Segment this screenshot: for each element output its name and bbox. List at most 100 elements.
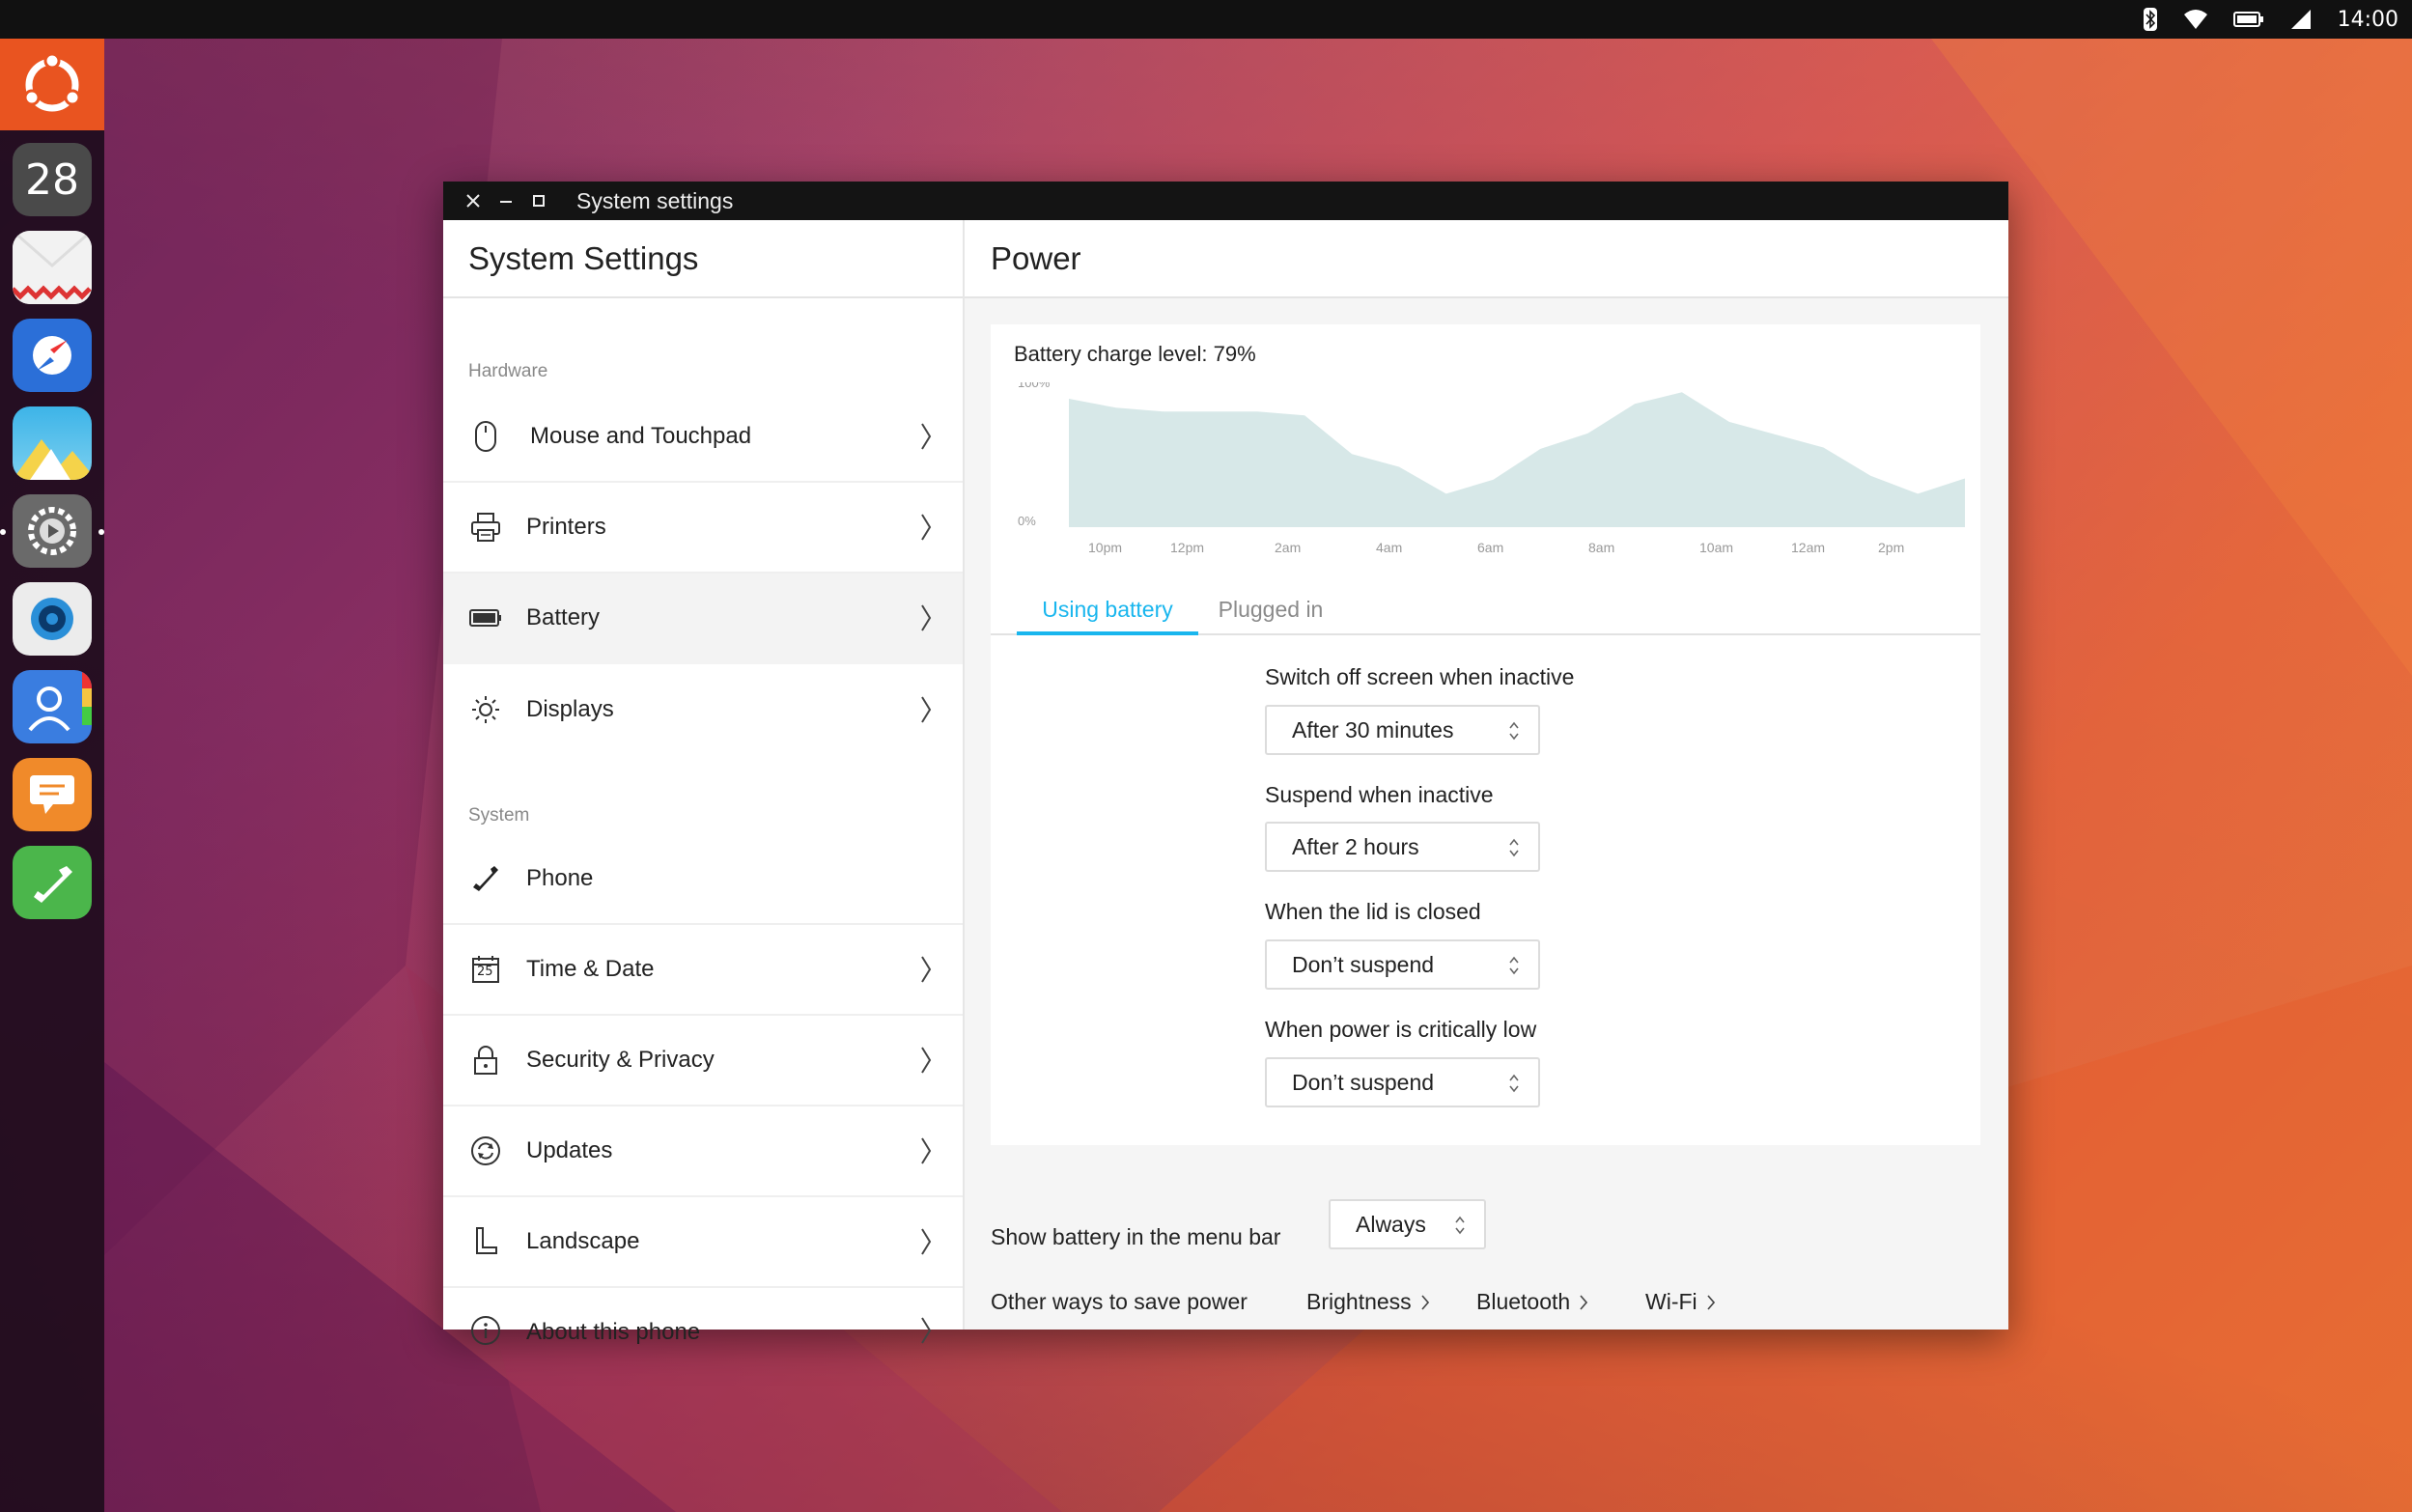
nav-item-label: About this phone <box>526 1319 701 1345</box>
window-title: System settings <box>576 187 734 213</box>
calendar-icon[interactable]: 28 <box>13 143 92 216</box>
running-indicator <box>0 529 6 535</box>
x-tick-label: 2am <box>1275 540 1301 555</box>
minimize-icon[interactable] <box>490 182 522 220</box>
section-label-system: System <box>468 805 530 826</box>
select-value: Don’t suspend <box>1292 951 1435 977</box>
brightness-link[interactable]: Brightness <box>1306 1289 1429 1315</box>
nav-item-label: Phone <box>526 865 594 891</box>
nav-item-battery[interactable]: Battery <box>443 574 963 664</box>
link-label: Wi-Fi <box>1645 1289 1697 1314</box>
select-value: After 30 minutes <box>1292 716 1454 742</box>
battery-icon[interactable] <box>2232 0 2264 39</box>
chevron-right-icon <box>918 1224 934 1259</box>
window-titlebar[interactable]: System settings <box>443 182 2008 220</box>
critically-low-select[interactable]: Don’t suspend <box>1265 1057 1540 1107</box>
updown-chevron-icon <box>1509 838 1519 857</box>
battery-card: Battery charge level: 79% 100% 0% 10pm 12pm… <box>991 324 1980 1145</box>
x-tick-label: 12am <box>1791 540 1825 555</box>
calendar-icon: 25 <box>468 952 503 987</box>
settings-icon[interactable] <box>13 494 92 568</box>
updown-chevron-icon <box>1509 721 1519 741</box>
nav-item-time-date[interactable]: 25 Time & Date <box>443 925 963 1016</box>
battery-level-area <box>1069 392 1965 527</box>
browser-icon[interactable] <box>13 319 92 392</box>
nav-item-printers[interactable]: Printers <box>443 483 963 574</box>
contacts-icon[interactable] <box>13 670 92 743</box>
battery-icon <box>468 601 503 635</box>
bluetooth-icon[interactable] <box>2143 0 2158 39</box>
messaging-icon[interactable] <box>13 758 92 831</box>
nav-item-security-privacy[interactable]: Security & Privacy <box>443 1016 963 1106</box>
tab-using-battery[interactable]: Using battery <box>1017 587 1198 635</box>
critically-low-label: When power is critically low <box>1265 1017 1537 1042</box>
page-title: Power <box>965 220 2008 298</box>
brightness-icon <box>468 692 503 727</box>
other-ways-label: Other ways to save power <box>991 1289 1248 1314</box>
phone-icon[interactable] <box>13 846 92 919</box>
phone-icon <box>468 861 503 896</box>
chevron-right-icon <box>918 1313 934 1348</box>
link-label: Brightness <box>1306 1289 1412 1314</box>
select-value: After 2 hours <box>1292 833 1419 859</box>
y-tick-label: 0% <box>1018 514 1036 528</box>
chevron-right-icon <box>918 692 934 727</box>
maximize-icon[interactable] <box>522 182 555 220</box>
nav-item-mouse-touchpad[interactable]: Mouse and Touchpad <box>443 392 963 483</box>
y-tick-label: 100% <box>1018 382 1051 390</box>
x-tick-label: 8am <box>1588 540 1614 555</box>
chevron-right-icon <box>1707 1294 1715 1310</box>
tab-plugged-in[interactable]: Plugged in <box>1198 587 1343 635</box>
x-tick-label: 12pm <box>1170 540 1204 555</box>
close-icon[interactable] <box>457 182 490 220</box>
battery-charge-label: Battery charge level: 79% <box>1014 342 1256 366</box>
nav-item-label: Displays <box>526 696 614 722</box>
signal-icon[interactable] <box>2289 0 2313 39</box>
switch-off-screen-label: Switch off screen when inactive <box>1265 664 1575 689</box>
settings-nav: System Settings Hardware Mouse and Touch… <box>443 220 965 1345</box>
system-settings-window: System settings System Settings Hardware… <box>443 182 2008 1345</box>
updown-chevron-icon <box>1509 1074 1519 1093</box>
chevron-right-icon <box>918 419 934 454</box>
show-battery-label: Show battery in the menu bar <box>991 1224 1281 1249</box>
wifi-link[interactable]: Wi-Fi <box>1645 1289 1715 1315</box>
switch-off-screen-select[interactable]: After 30 minutes <box>1265 705 1540 755</box>
camera-icon[interactable] <box>13 582 92 656</box>
suspend-inactive-label: Suspend when inactive <box>1265 782 1494 807</box>
wifi-icon[interactable] <box>2183 0 2208 39</box>
nav-item-label: Time & Date <box>526 956 655 982</box>
mouse-icon <box>468 419 503 454</box>
nav-item-updates[interactable]: Updates <box>443 1106 963 1197</box>
mail-icon[interactable] <box>13 231 92 304</box>
select-value: Always <box>1356 1211 1426 1237</box>
section-label-hardware: Hardware <box>468 361 548 381</box>
nav-item-label: Landscape <box>526 1228 640 1254</box>
info-icon <box>468 1313 503 1348</box>
landscape-icon <box>468 1224 503 1259</box>
battery-history-chart: 100% 0% 10pm 12pm 2am 4am 6am 8am 10am 12am 2pm <box>1018 382 1965 555</box>
clock[interactable]: 14:00 <box>2338 0 2398 39</box>
calendar-day: 28 <box>25 154 79 205</box>
chevron-right-icon <box>918 952 934 987</box>
chevron-right-icon <box>1421 1294 1429 1310</box>
nav-item-landscape[interactable]: Landscape <box>443 1197 963 1288</box>
nav-item-label: Updates <box>526 1137 613 1163</box>
select-value: Don’t suspend <box>1292 1069 1435 1095</box>
focused-indicator <box>98 529 104 535</box>
updown-chevron-icon <box>1509 956 1519 975</box>
x-tick-label: 6am <box>1477 540 1503 555</box>
nav-item-phone[interactable]: Phone <box>443 834 963 925</box>
lid-closed-select[interactable]: Don’t suspend <box>1265 939 1540 990</box>
bluetooth-link[interactable]: Bluetooth <box>1476 1289 1588 1315</box>
show-battery-select[interactable]: Always <box>1329 1199 1486 1249</box>
suspend-inactive-select[interactable]: After 2 hours <box>1265 822 1540 872</box>
nav-item-label: Battery <box>526 604 601 630</box>
updown-chevron-icon <box>1455 1216 1465 1235</box>
nav-item-displays[interactable]: Displays <box>443 664 963 755</box>
nav-item-about-phone[interactable]: About this phone <box>443 1288 963 1345</box>
power-tabs: Using battery Plugged in <box>991 587 1980 635</box>
link-label: Bluetooth <box>1476 1289 1571 1314</box>
x-tick-label: 10pm <box>1088 540 1122 555</box>
ubuntu-logo-icon[interactable] <box>0 39 104 130</box>
gallery-icon[interactable] <box>13 406 92 480</box>
